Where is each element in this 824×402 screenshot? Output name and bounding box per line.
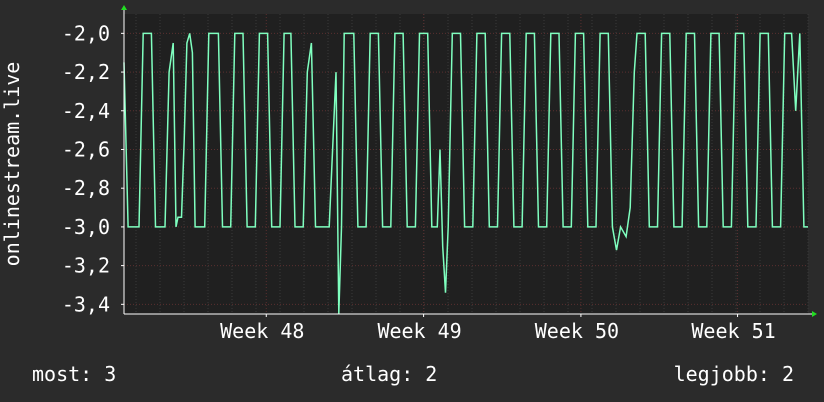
x-tick-labels: Week 48 Week 49 Week 50 Week 51 — [220, 314, 776, 343]
footer-now: most: 3 — [32, 362, 116, 386]
x-tick-label: Week 51 — [691, 319, 775, 343]
y-axis-arrow — [121, 5, 127, 10]
y-tick-label: -2,0 — [62, 21, 110, 45]
average-label: átlag: — [341, 362, 414, 386]
now-value: 3 — [104, 362, 117, 386]
y-tick-label: -2,6 — [62, 137, 110, 161]
y-tick-label: -2,4 — [62, 99, 110, 123]
y-tick-label: -2,8 — [62, 176, 110, 200]
y-tick-label: -2,2 — [62, 60, 110, 84]
x-tick-label: Week 48 — [220, 319, 304, 343]
chart-container: -2,0 -2,2 -2,4 -2,6 -2,8 -3,0 -3,2 -3,4 Week 48… — [0, 0, 824, 402]
average-value: 2 — [425, 362, 438, 386]
y-tick-label: -3,0 — [62, 215, 110, 239]
plot-area — [124, 14, 808, 314]
x-axis-arrow — [812, 311, 817, 317]
now-label: most: — [32, 362, 93, 386]
y-tick-labels: -2,0 -2,2 -2,4 -2,6 -2,8 -3,0 -3,2 -3,4 — [62, 21, 124, 316]
best-value: 2 — [781, 362, 794, 386]
y-tick-label: -3,4 — [62, 292, 110, 316]
footer-average: átlag: 2 — [341, 362, 437, 386]
line-chart: -2,0 -2,2 -2,4 -2,6 -2,8 -3,0 -3,2 -3,4 Week 48… — [0, 5, 817, 343]
best-label: legjobb: — [673, 362, 770, 386]
footer-best: legjobb: 2 — [674, 362, 794, 386]
y-tick-label: -3,2 — [62, 254, 110, 278]
y-axis-label: onlinestream.live — [0, 62, 24, 267]
x-tick-label: Week 49 — [377, 319, 461, 343]
x-tick-label: Week 50 — [535, 319, 619, 343]
